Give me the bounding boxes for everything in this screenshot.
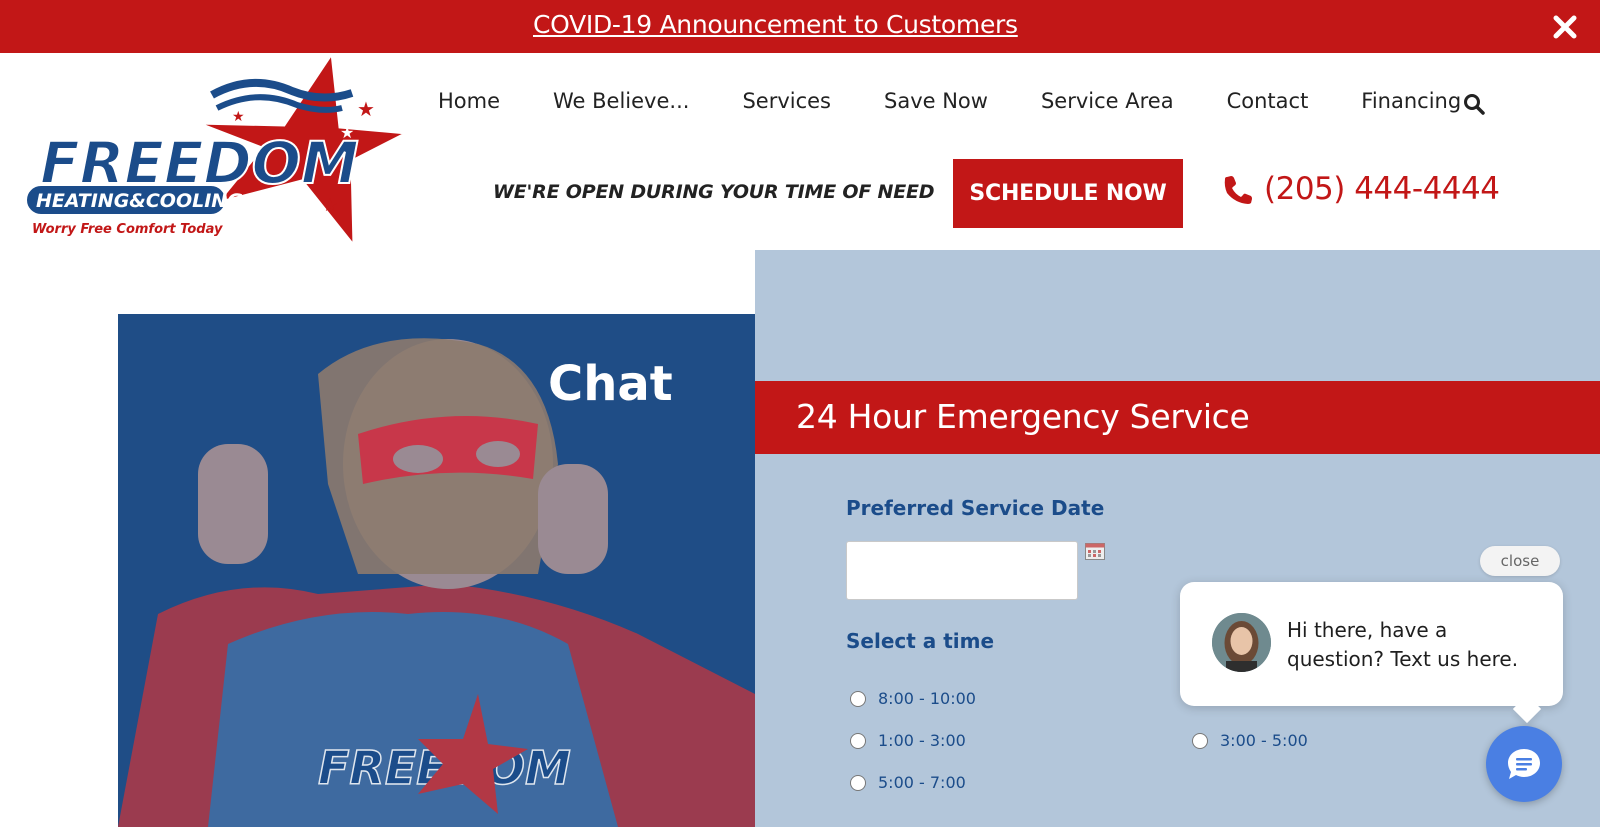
time-option-3-5[interactable]: 3:00 - 5:00: [1192, 731, 1308, 750]
chat-close-button[interactable]: close: [1480, 546, 1560, 576]
chat-message: Hi there, have a question? Text us here.: [1287, 618, 1519, 671]
time-option-1-3[interactable]: 1:00 - 3:00: [850, 731, 966, 750]
date-field[interactable]: [846, 541, 1078, 600]
schedule-now-button[interactable]: SCHEDULE NOW: [953, 159, 1183, 228]
announcement-bar: COVID-19 Announcement to Customers: [0, 0, 1600, 53]
time-label: Select a time: [846, 629, 995, 653]
nav-services[interactable]: Services: [742, 89, 831, 113]
radio-button[interactable]: [1192, 732, 1208, 749]
nav-financing[interactable]: Financing: [1361, 89, 1461, 113]
svg-text:★: ★: [232, 108, 245, 124]
chat-launcher-button[interactable]: [1486, 726, 1562, 802]
nav-service-area[interactable]: Service Area: [1041, 89, 1174, 113]
main-nav: Home We Believe... Services Save Now Ser…: [438, 89, 1514, 113]
chat-bubble[interactable]: Hi there, have a question? Text us here.: [1180, 582, 1563, 724]
time-option-5-7[interactable]: 5:00 - 7:00: [850, 773, 966, 792]
radio-button[interactable]: [850, 690, 866, 707]
svg-text:★: ★: [340, 125, 354, 142]
svg-text:★: ★: [282, 187, 298, 207]
freedom-logo[interactable]: FREEDOM HEATING&COOLING Worry Free Comfo…: [22, 53, 412, 248]
phone-number: (205) 444-4444: [1264, 171, 1500, 207]
date-label: Preferred Service Date: [846, 496, 1105, 520]
svg-text:★: ★: [322, 195, 338, 215]
emergency-banner-title: 24 Hour Emergency Service: [796, 397, 1250, 436]
avatar: [1212, 613, 1271, 672]
hero-title: Chat: [548, 356, 673, 412]
calendar-icon[interactable]: [1085, 543, 1105, 560]
phone-icon: [1224, 176, 1252, 204]
emergency-banner: 24 Hour Emergency Service: [755, 381, 1600, 454]
phone-link[interactable]: (205) 444-4444: [1222, 171, 1500, 207]
close-icon[interactable]: [1550, 12, 1580, 42]
tagline: WE'RE OPEN DURING YOUR TIME OF NEED: [493, 181, 935, 203]
nav-we-believe[interactable]: We Believe...: [553, 89, 689, 113]
radio-button[interactable]: [850, 732, 866, 749]
announcement-link[interactable]: COVID-19 Announcement to Customers: [533, 10, 1018, 39]
search-icon[interactable]: [1463, 93, 1485, 115]
time-option-8-10[interactable]: 8:00 - 10:00: [850, 689, 976, 708]
nav-home[interactable]: Home: [438, 89, 500, 113]
site-header: FREEDOM HEATING&COOLING Worry Free Comfo…: [0, 53, 1600, 250]
chat-icon: [1508, 749, 1540, 779]
svg-text:★: ★: [357, 99, 375, 121]
svg-text:HEATING&COOLING: HEATING&COOLING: [36, 190, 243, 212]
radio-button[interactable]: [850, 774, 866, 791]
nav-save-now[interactable]: Save Now: [884, 89, 988, 113]
nav-contact[interactable]: Contact: [1227, 89, 1309, 113]
svg-text:Worry Free Comfort Today: Worry Free Comfort Today: [32, 222, 223, 237]
